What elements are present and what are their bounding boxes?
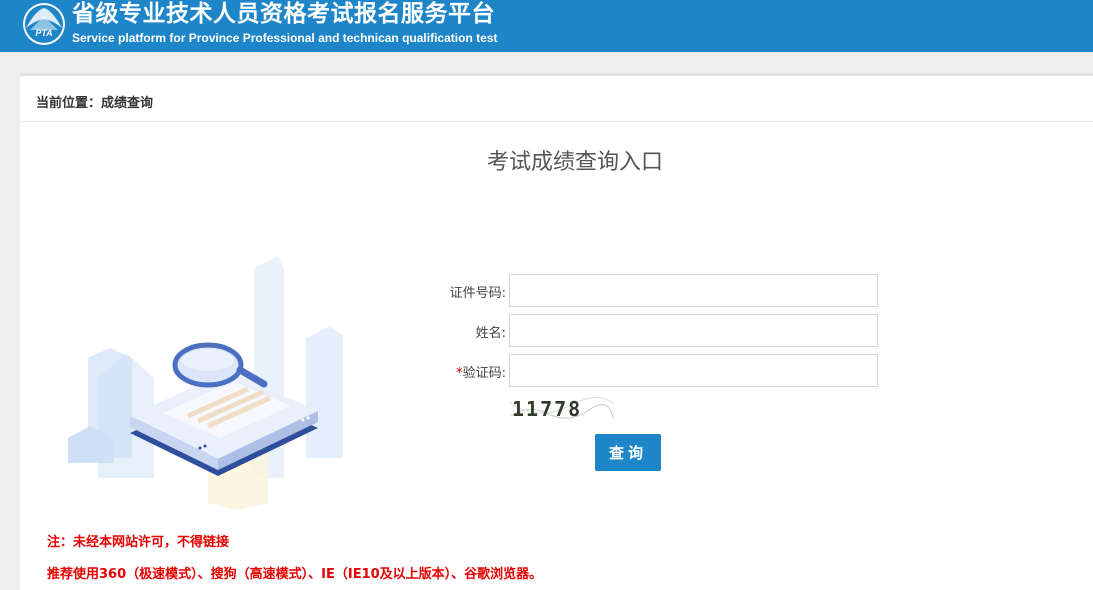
site-subtitle: Service platform for Province Profession… [72, 31, 498, 45]
name-label: 姓名: [475, 326, 506, 341]
link-notice: 注：未经本网站许可，不得链接 [47, 535, 230, 550]
pta-logo: PTA [23, 3, 65, 45]
page-title: 考试成绩查询入口 [486, 150, 663, 175]
query-button[interactable]: 查询 [595, 434, 661, 471]
browser-notice: 推荐使用360（极速模式）、搜狗（高速模式）、IE（IE10及以上版本）、谷歌浏… [47, 567, 543, 582]
id-number-input[interactable] [509, 274, 878, 307]
site-title: 省级专业技术人员资格考试报名服务平台 [72, 1, 495, 27]
content-panel: 当前位置：成绩查询 考试成绩查询入口 证件号码: 姓名: *验证码: 11778… [20, 73, 1093, 590]
captcha-input[interactable] [509, 354, 878, 387]
captcha-label-wrap: *验证码: [420, 362, 506, 381]
top-header: PTA 省级专业技术人员资格考试报名服务平台 Service platform … [0, 0, 1093, 52]
id-number-label: 证件号码: [449, 286, 506, 301]
logo-text: PTA [35, 28, 52, 38]
captcha-label: 验证码: [462, 366, 506, 381]
name-input[interactable] [509, 314, 878, 347]
search-illustration [68, 256, 343, 510]
breadcrumb: 当前位置：成绩查询 [20, 76, 1093, 122]
captcha-text: 11778 [512, 397, 582, 421]
breadcrumb-text: 当前位置：成绩查询 [36, 96, 154, 111]
captcha-image[interactable]: 11778 [509, 392, 614, 426]
